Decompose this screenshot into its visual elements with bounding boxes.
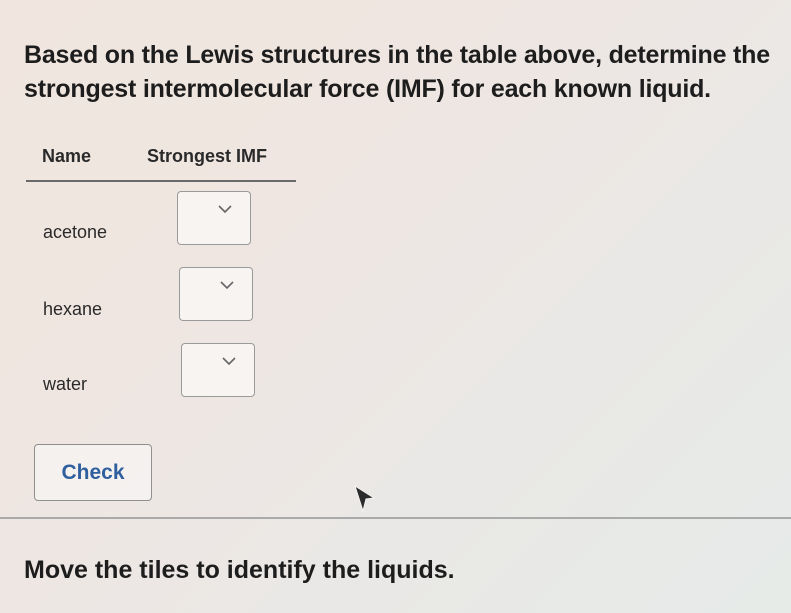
chevron-down-icon	[220, 281, 234, 290]
check-button[interactable]: Check	[34, 444, 152, 501]
table-header-divider	[26, 180, 296, 182]
mouse-cursor-icon	[354, 484, 376, 513]
imf-dropdown-water[interactable]	[181, 343, 255, 397]
imf-dropdown-acetone[interactable]	[177, 191, 251, 245]
chevron-down-icon	[218, 205, 232, 214]
row-name-acetone: acetone	[43, 222, 108, 242]
chevron-down-icon	[222, 357, 236, 366]
section-divider	[0, 517, 791, 519]
imf-dropdown-hexane[interactable]	[179, 267, 253, 321]
table-header-strongest-imf: Strongest IMF	[147, 146, 267, 166]
tiles-instruction: Move the tiles to identify the liquids.	[24, 556, 455, 584]
table-header-name: Name	[42, 146, 92, 166]
row-name-water: water	[43, 374, 88, 394]
row-name-hexane: hexane	[43, 299, 103, 319]
question-prompt: Based on the Lewis structures in the tab…	[24, 41, 770, 103]
